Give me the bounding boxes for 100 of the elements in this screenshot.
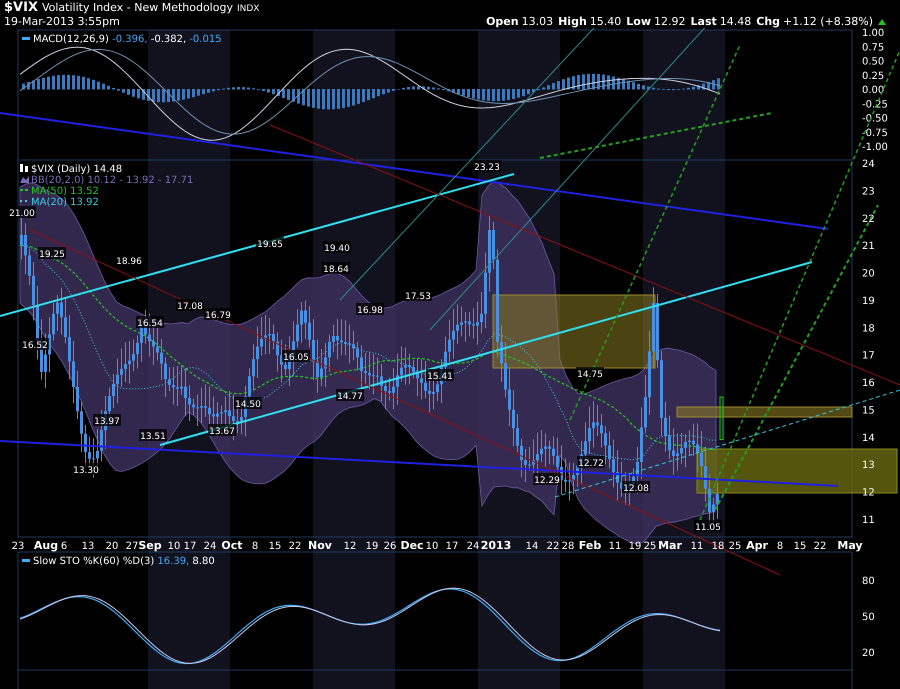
quote-value: +1.12 (+8.38%) <box>783 15 873 28</box>
price-label: 21.00 <box>8 206 36 219</box>
axis-tick-label: -0.25 <box>862 99 888 110</box>
quote-value: 13.03 <box>522 15 554 28</box>
price-label: 16.79 <box>204 308 232 321</box>
date-axis-label: 11 <box>690 541 704 552</box>
price-label: 12.29 <box>533 473 561 486</box>
price-label: 13.51 <box>139 429 167 442</box>
up-triangle-icon <box>878 18 886 24</box>
date-axis-label: 10 <box>168 541 180 552</box>
price-legend-item: MA(20) 13.92 <box>31 197 99 208</box>
date-axis-label: 23 <box>12 541 24 552</box>
price-label: 15.41 <box>426 369 454 382</box>
quote-label: Last <box>690 15 717 28</box>
date-axis-label: 8 <box>252 541 258 552</box>
date-axis-label: Dec <box>400 539 424 552</box>
axis-tick-label: 13 <box>862 460 875 472</box>
price-legend-item: BB(20,2.0) 10.12 - 13.92 - 17.71 <box>31 175 194 186</box>
price-label: 14.75 <box>576 367 604 380</box>
date-axis-label: 10 <box>426 541 438 552</box>
axis-tick-label: 20 <box>862 648 875 659</box>
axis-tick-label: 21 <box>862 241 875 252</box>
price-label: 16.98 <box>356 303 384 316</box>
price-label: 23.23 <box>473 160 501 173</box>
dashed-line-icon <box>19 189 29 191</box>
axis-tick-label: 12 <box>862 488 875 499</box>
price-label: 17.53 <box>404 289 432 302</box>
axis-tick-label: -1.00 <box>862 142 888 153</box>
date-axis-label: 22 <box>288 541 302 552</box>
quote-value: 14.48 <box>720 15 752 28</box>
axis-tick-label: 11 <box>862 514 875 526</box>
date-axis-label: 24 <box>466 541 480 552</box>
axis-tick-label: 20 <box>862 268 875 280</box>
date-axis-label: May <box>837 539 863 552</box>
price-label: 19.40 <box>323 241 351 254</box>
quote-label: Low <box>626 15 652 28</box>
date-axis-label: 17 <box>446 541 458 552</box>
line-swatch-icon <box>22 37 30 40</box>
quote-value: 15.40 <box>590 15 622 28</box>
date-axis-label: 13 <box>82 541 94 552</box>
price-label: 13.30 <box>72 463 100 476</box>
price-legend-item: MA(50) 13.52 <box>31 186 99 197</box>
stochastic-legend: Slow STO %K(60) %D(3) 16.39, 8.80 <box>33 556 215 567</box>
price-label: 11.05 <box>694 520 722 533</box>
axis-tick-label: 14 <box>862 432 875 444</box>
axis-tick-label: 0.25 <box>862 70 884 82</box>
date-axis-label: Apr <box>746 539 768 552</box>
date-axis-label: 19 <box>628 541 642 552</box>
axis-tick-label: 80 <box>862 576 875 587</box>
date-axis-label: 25 <box>728 541 742 552</box>
price-label: 18.96 <box>115 254 143 267</box>
price-label: 14.50 <box>234 397 262 410</box>
exchange-label: INDX <box>236 3 260 16</box>
macd-legend: MACD(12,26,9) -0.396, -0.382, -0.015 <box>33 34 222 45</box>
price-label: 16.05 <box>282 350 310 363</box>
date-axis-label: 25 <box>644 541 656 552</box>
date-axis-label: Aug <box>34 539 58 552</box>
timestamp: 19-Mar-2013 3:55pm <box>4 15 120 28</box>
date-axis-label: 24 <box>204 541 216 552</box>
price-label: 13.67 <box>208 424 236 437</box>
date-axis-label: 22 <box>546 541 560 552</box>
price-label: 13.97 <box>93 414 121 427</box>
quote-label: High <box>558 15 587 28</box>
quote-label: Open <box>486 15 519 28</box>
axis-tick-label: 50 <box>862 612 875 623</box>
index-name: Volatility Index - New Methodology <box>42 1 233 14</box>
price-label: 12.08 <box>622 481 650 494</box>
date-axis-label: 12 <box>344 541 356 552</box>
ticker-symbol: $VIX <box>4 0 38 15</box>
price-label: 14.77 <box>336 389 364 402</box>
date-axis-label: 17 <box>184 541 196 552</box>
date-axis-label: 19 <box>366 541 378 552</box>
date-axis-label: 15 <box>794 541 806 552</box>
quote-value: 12.92 <box>654 15 686 28</box>
date-axis-label: 15 <box>268 541 282 552</box>
date-axis-label: 11 <box>608 541 622 552</box>
band-icon <box>20 176 29 183</box>
date-axis-label: 27 <box>126 541 138 552</box>
axis-tick-label: 18 <box>862 323 875 334</box>
date-axis-label: 20 <box>106 541 118 552</box>
date-axis-label: 28 <box>562 541 574 552</box>
line-swatch-icon <box>22 559 30 562</box>
date-axis-label: 26 <box>384 541 396 552</box>
price-legend-item: $VIX (Daily) 14.48 <box>31 164 122 175</box>
price-label: 16.54 <box>136 316 164 329</box>
date-axis-label: Nov <box>308 539 332 552</box>
date-axis-label: 14 <box>526 541 538 552</box>
price-label: 12.72 <box>577 456 605 469</box>
quote-label: Chg <box>756 15 780 28</box>
axis-tick-label: 22 <box>862 214 875 225</box>
axis-tick-label: 16 <box>862 378 875 390</box>
dotted-line-icon <box>19 200 28 202</box>
axis-tick-label: 19 <box>862 296 875 307</box>
axis-tick-label: 15 <box>862 405 875 416</box>
date-axis-label: Sep <box>138 539 162 552</box>
candle-icon <box>20 164 28 172</box>
price-label: 19.65 <box>256 237 284 250</box>
date-axis-label: Feb <box>578 539 602 552</box>
date-axis-label: Mar <box>658 539 682 552</box>
axis-tick-label: 23 <box>862 186 875 198</box>
